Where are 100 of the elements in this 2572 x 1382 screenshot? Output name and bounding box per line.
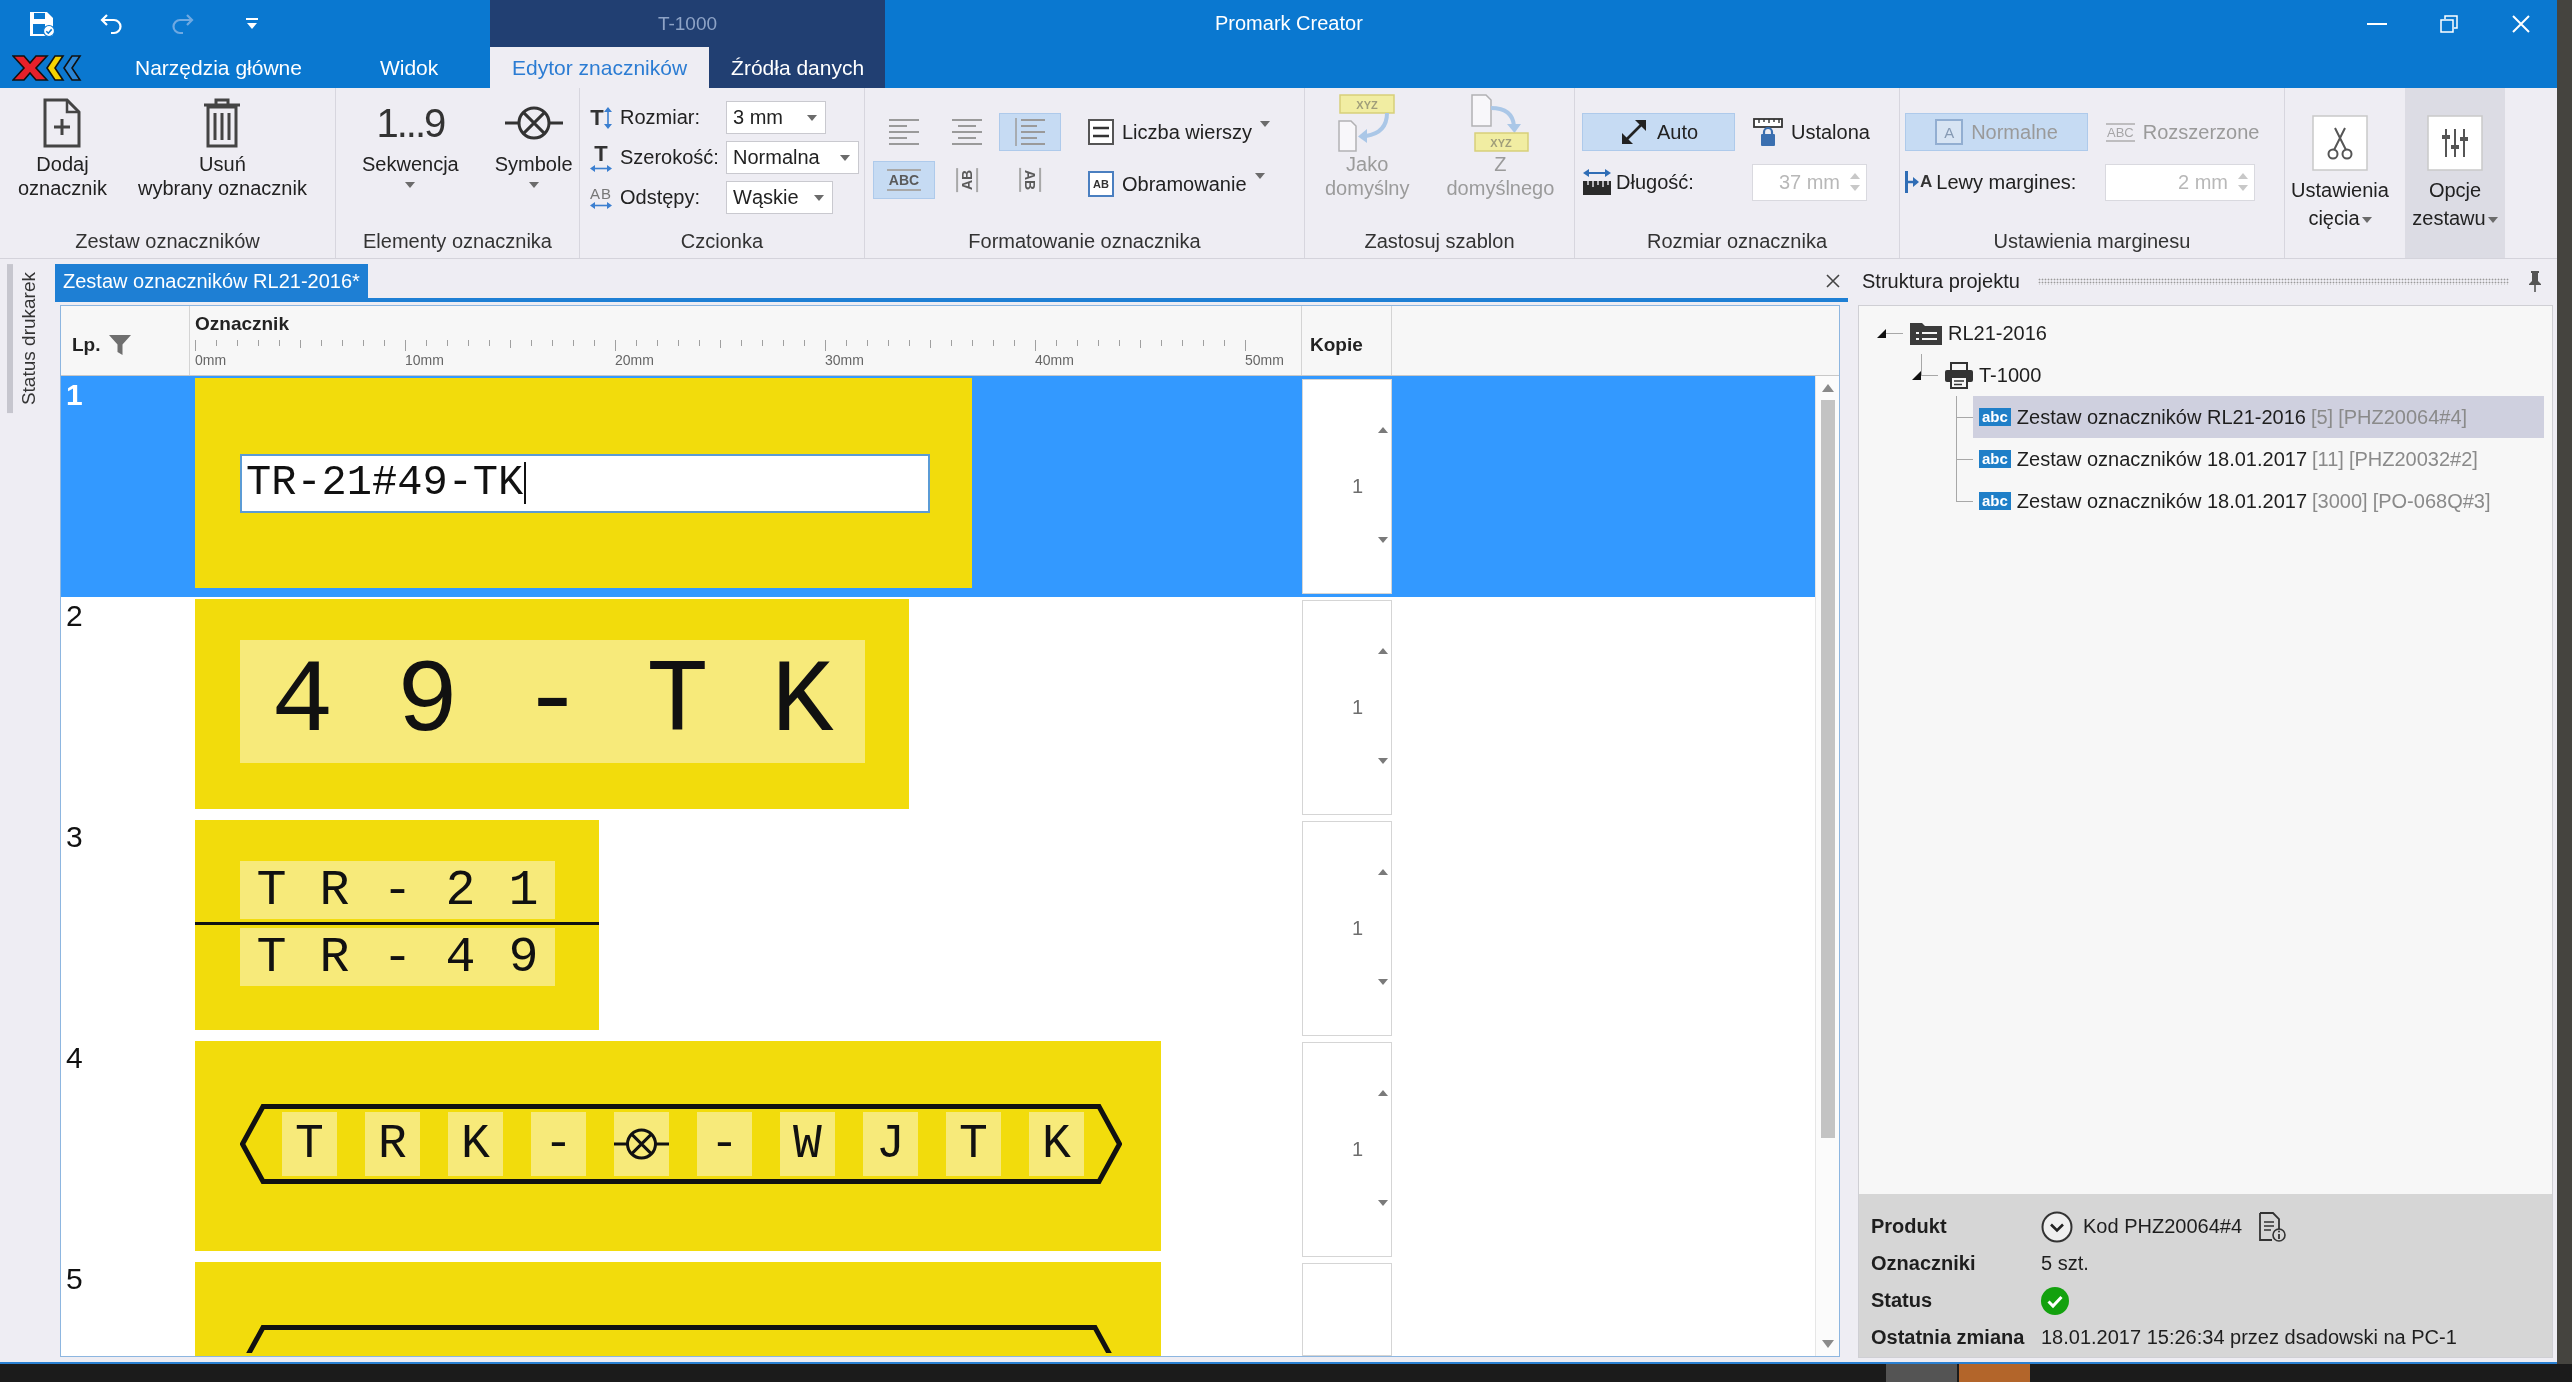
panel-title: Struktura projektu [1862, 269, 2020, 293]
caret-icon [2361, 216, 2372, 223]
group-label: Ustawienia marginesu [1993, 229, 2191, 253]
panel-grip[interactable] [2037, 277, 2509, 285]
save-icon [29, 10, 55, 37]
detail-value: 5 szt. [2041, 1252, 2089, 1275]
expander-triangle-icon[interactable] [1877, 328, 1886, 338]
align-justify-button[interactable] [999, 113, 1061, 151]
ribbon-tab[interactable]: Źródła danych [709, 47, 887, 88]
caret-icon [840, 154, 850, 161]
filter-icon[interactable] [108, 333, 131, 356]
scissors-icon [2312, 115, 2368, 171]
symbols-button[interactable]: Symbole [486, 88, 581, 224]
font-size-dropdown[interactable]: 3 mm [726, 101, 826, 134]
ruler-label: 50mm [1245, 352, 1284, 368]
row-number: 5 [66, 1262, 83, 1295]
spin-up-icon[interactable] [1378, 648, 1388, 654]
text-rotate-left-button[interactable]: AB [936, 161, 998, 199]
marker-row[interactable]: 4 T R K - - W J T K 1 [61, 1039, 1815, 1260]
expander-triangle-icon[interactable] [1912, 370, 1921, 380]
column-header[interactable]: Lp. [72, 333, 101, 356]
caret-icon [405, 182, 416, 188]
marker-text-input[interactable]: TR-21#49-TK [240, 453, 930, 513]
document-info-icon[interactable] [2258, 1211, 2286, 1242]
spin-down-icon[interactable] [1378, 979, 1388, 985]
label-character: 9 [365, 640, 490, 763]
ribbon-tab[interactable]: Widok [359, 47, 459, 88]
scrollbar[interactable] [1815, 376, 1839, 1356]
label-character: K [740, 640, 865, 763]
text-horizontal-button[interactable]: ABC [873, 161, 935, 199]
spin-down-icon[interactable] [1378, 1200, 1388, 1206]
fixed-size-button[interactable]: Ustalona [1752, 113, 1871, 151]
tree-item[interactable]: RL21-2016 [1903, 312, 2055, 354]
caret-icon [1260, 121, 1271, 127]
copies-spinner[interactable]: 1 [1302, 1042, 1392, 1257]
printer-status-tab[interactable]: Status drukarek [7, 264, 40, 414]
label-character: - [366, 861, 429, 919]
scrollbar-thumb[interactable] [1820, 400, 1835, 1138]
add-page-icon [42, 97, 83, 149]
label-character: J [863, 1112, 918, 1176]
auto-size-button[interactable]: Auto [1582, 113, 1735, 151]
column-header[interactable]: Kopie [1310, 333, 1363, 356]
context-title: T-1000 [657, 12, 718, 35]
row-number: 3 [66, 820, 83, 853]
close-icon [2512, 14, 2530, 33]
ribbon-tab[interactable]: Edytor znaczników [490, 47, 710, 88]
close-icon[interactable] [1826, 274, 1840, 288]
tree-item[interactable]: abc Zestaw oznaczników 18.01.2017 [11] [PHZ20032#2] [1973, 438, 2486, 480]
spin-down-icon[interactable] [1378, 537, 1388, 543]
font-width-dropdown[interactable]: Normalna [726, 141, 859, 174]
spin-up-icon[interactable] [1378, 869, 1388, 875]
scroll-down-icon[interactable] [1821, 1340, 1834, 1348]
spin-up-icon[interactable] [1378, 427, 1388, 433]
detail-value: 18.01.2017 15:26:34 przez dsadowski na PC-1 [2041, 1326, 2457, 1349]
pin-icon[interactable] [2527, 270, 2543, 292]
field-label: Odstępy: [620, 186, 702, 209]
delete-marker-button[interactable]: Usuń wybrany oznacznik [129, 88, 315, 224]
align-center-icon [952, 118, 982, 146]
field-label: Szerokość: [620, 146, 720, 169]
scroll-up-icon[interactable] [1821, 384, 1834, 392]
label-character: T [282, 1112, 337, 1176]
copies-spinner[interactable]: 1 [1302, 821, 1392, 1036]
border-menu[interactable]: AB Obramowanie [1088, 165, 1271, 203]
marker-row[interactable]: 3 T R - 2 1 T R - 4 9 1 [61, 818, 1815, 1039]
spin-down-icon[interactable] [1378, 758, 1388, 764]
group-label: Formatowanie oznacznika [968, 229, 1201, 253]
label-character: R [303, 861, 366, 919]
document-tab[interactable]: Zestaw oznaczników RL21-2016* [55, 264, 368, 298]
tree-item[interactable]: abc Zestaw oznaczników RL21-2016 [5] [PHZ20064#4] [1973, 396, 2544, 438]
folder-list-icon [1909, 320, 1943, 346]
abc-icon: abc [1979, 408, 2011, 426]
marker-row[interactable]: 5 [61, 1260, 1815, 1356]
chevron-down-icon[interactable] [2041, 1210, 2073, 1243]
row-count-menu[interactable]: Liczba wierszy [1088, 113, 1271, 151]
marker-row[interactable]: 2 4 9 - T K 1 [61, 597, 1815, 818]
cut-settings-button[interactable]: Ustawienia cięcia [2290, 88, 2390, 258]
label-character: T [240, 861, 303, 919]
label-character: R [365, 1112, 420, 1176]
sequence-button[interactable]: 1...9 Sekwencja [354, 88, 467, 224]
ruler-label: 20mm [615, 352, 654, 368]
label-character: K [448, 1112, 503, 1176]
copies-spinner[interactable]: 1 [1302, 379, 1392, 594]
marker-row[interactable]: 1 TR-21#49-TK 1 [61, 376, 1815, 597]
spin-up-icon[interactable] [1378, 1090, 1388, 1096]
customize-icon [245, 16, 259, 31]
text-cursor-icon [524, 462, 527, 504]
copies-spinner[interactable]: 1 [1302, 600, 1392, 815]
ruler-label: 30mm [825, 352, 864, 368]
abc-icon: abc [1979, 450, 2011, 468]
caret-icon [528, 182, 539, 188]
letter-spacing-dropdown[interactable]: Wąskie [726, 181, 833, 214]
ribbon-tab[interactable]: Narzędzia główne [115, 47, 322, 88]
add-marker-button[interactable]: Dodaj oznacznik [10, 88, 115, 224]
tree-item[interactable]: T-1000 [1938, 354, 2050, 396]
set-options-button[interactable]: Opcje zestawu [2405, 88, 2505, 258]
tree-item[interactable]: abc Zestaw oznaczników 18.01.2017 [3000] [PO-068Q#3] [1973, 480, 2499, 522]
column-header[interactable]: Oznacznik [195, 313, 1301, 335]
restore-icon [2440, 14, 2458, 33]
text-rotate-right-button[interactable]: AB [999, 161, 1061, 199]
undo-icon [99, 12, 125, 35]
